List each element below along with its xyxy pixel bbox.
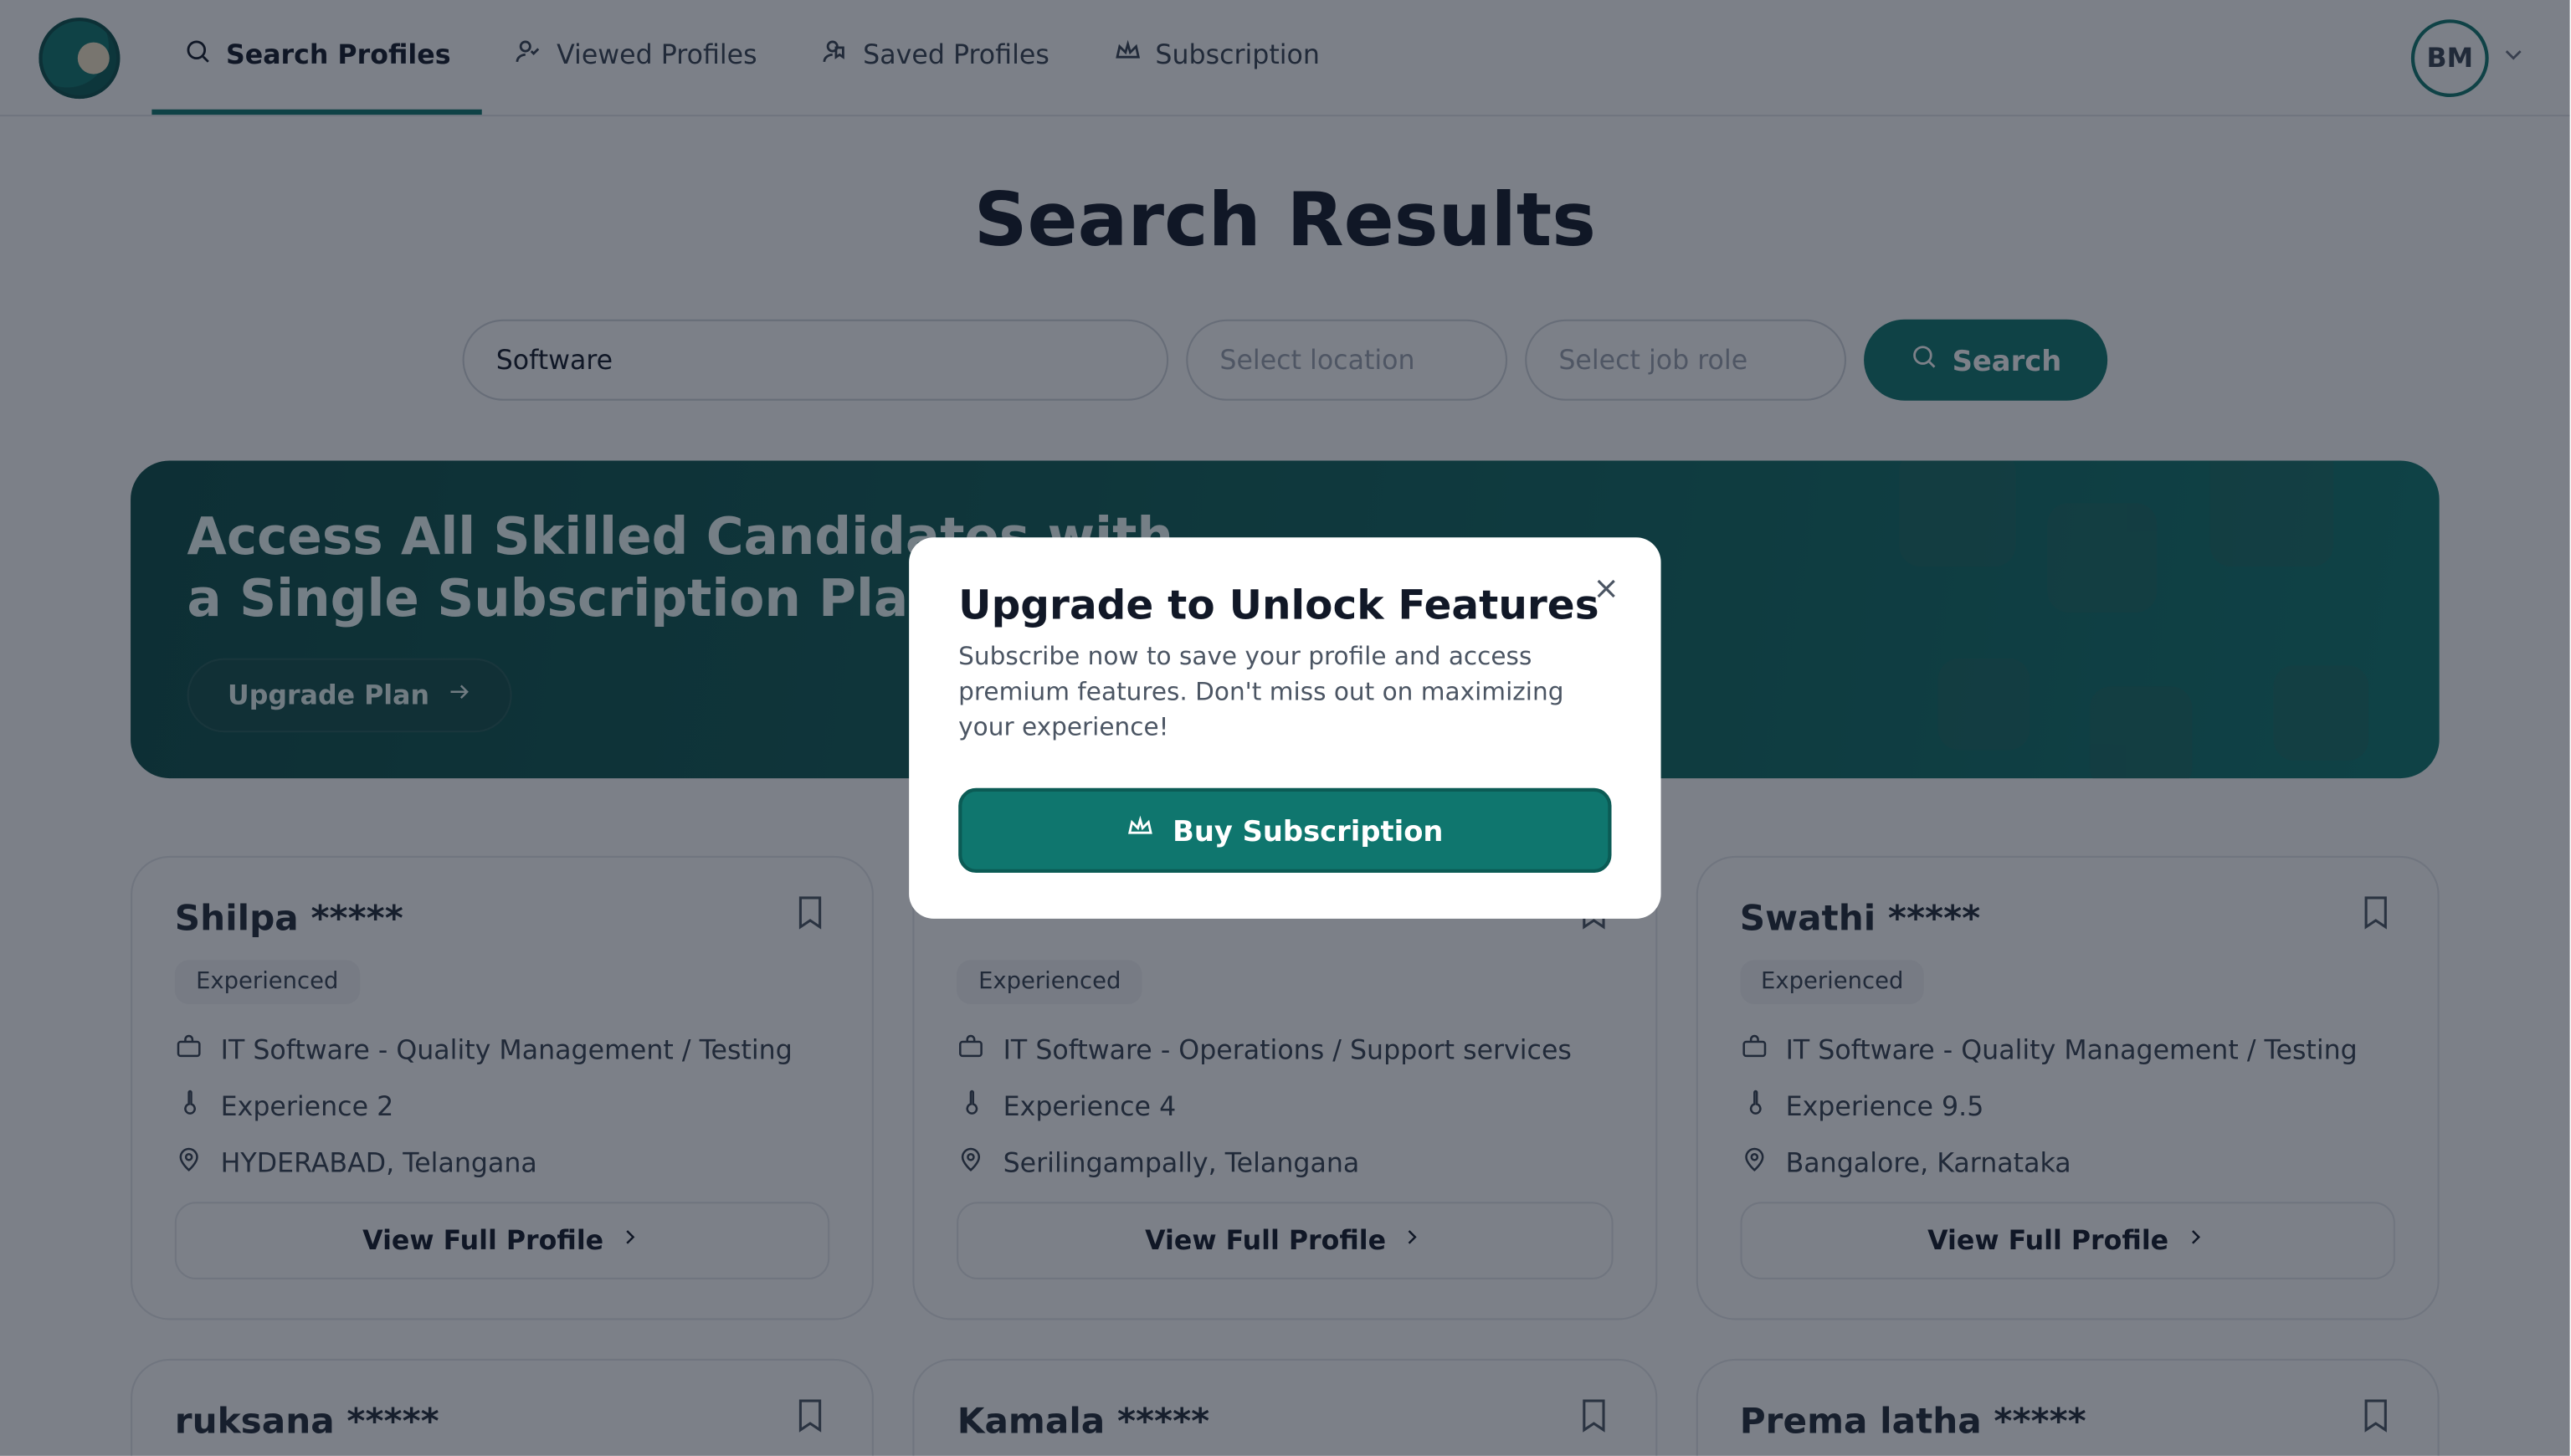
modal-overlay[interactable]: Upgrade to Unlock Features Subscribe now…: [0, 0, 2570, 1456]
buy-subscription-button[interactable]: Buy Subscription: [958, 789, 1611, 874]
crown-icon: [1126, 813, 1155, 848]
modal-title: Upgrade to Unlock Features: [958, 582, 1611, 628]
close-button[interactable]: [1590, 572, 1625, 607]
buy-subscription-label: Buy Subscription: [1173, 814, 1443, 848]
upgrade-modal: Upgrade to Unlock Features Subscribe now…: [909, 536, 1660, 919]
modal-body: Subscribe now to save your profile and a…: [958, 639, 1611, 746]
